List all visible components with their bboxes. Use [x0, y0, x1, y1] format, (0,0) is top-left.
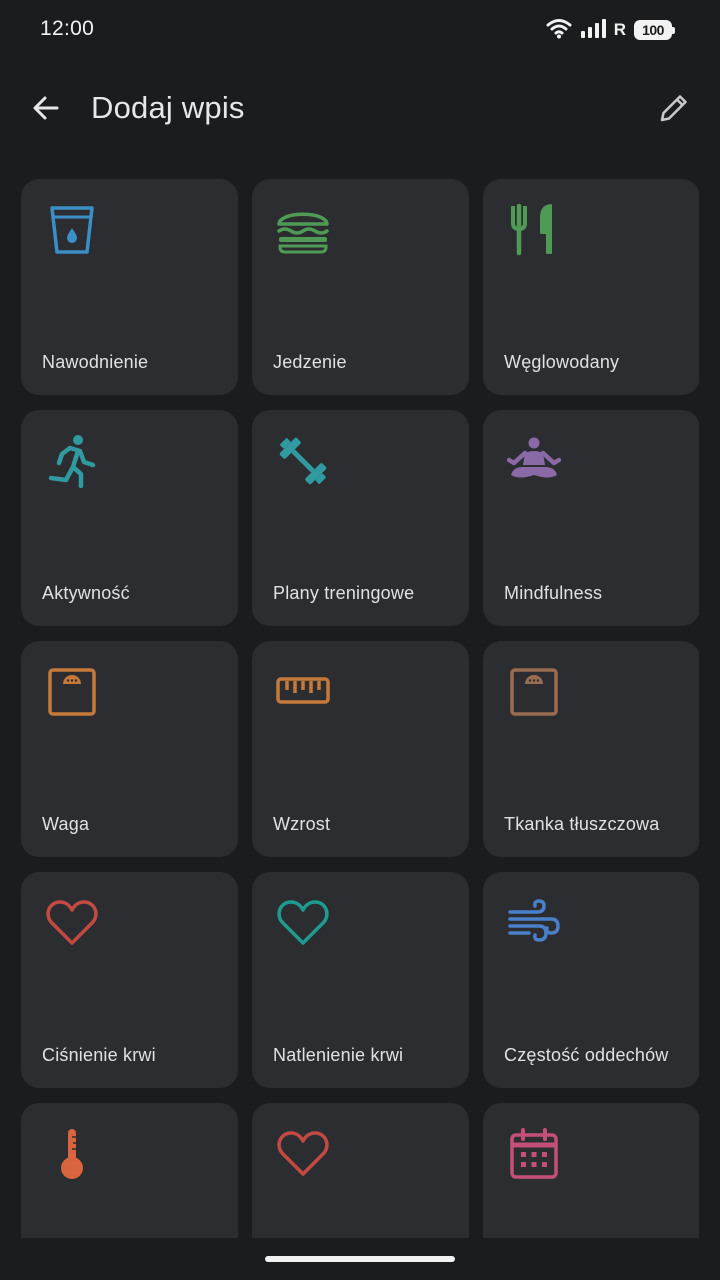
tile-activity[interactable]: Aktywność [21, 410, 238, 626]
ruler-icon [276, 665, 330, 719]
tile-label: Mindfulness [504, 583, 603, 603]
battery-icon: 100 [634, 20, 675, 40]
heart-icon [45, 896, 99, 950]
arrow-left-icon [33, 96, 59, 120]
status-bar: 12:00 R 100 [0, 0, 720, 60]
wind-icon [507, 896, 561, 950]
burger-icon [276, 203, 330, 257]
dumbbell-icon [276, 434, 330, 488]
tile-height[interactable]: Wzrost [252, 641, 469, 857]
tile-label: Waga [42, 814, 90, 834]
screen: 12:00 R 100 Dodaj wpis Nawodnienie Jedze… [0, 0, 720, 1280]
tile-blood-oxygen[interactable]: Natlenienie krwi [252, 872, 469, 1088]
tile-label: Aktywność [42, 583, 130, 603]
heart-icon [276, 1127, 330, 1181]
home-indicator[interactable] [265, 1256, 455, 1262]
tile-mindfulness[interactable]: Mindfulness [483, 410, 699, 626]
pencil-icon [660, 95, 687, 122]
heart-icon [276, 896, 330, 950]
entry-type-grid: Nawodnienie Jedzenie Węglowodany Aktywno… [21, 179, 699, 1238]
app-bar: Dodaj wpis [0, 70, 720, 148]
tile-calendar[interactable] [483, 1103, 699, 1238]
tile-label: Węglowodany [504, 352, 620, 372]
tile-training-plans[interactable]: Plany treningowe [252, 410, 469, 626]
cellular-signal-icon [580, 17, 610, 44]
tile-label: Tkanka tłuszczowa [504, 814, 660, 834]
tile-label: Natlenienie krwi [273, 1045, 404, 1065]
tile-label: Plany treningowe [273, 583, 415, 603]
thermometer-icon [45, 1127, 99, 1181]
tile-weight[interactable]: Waga [21, 641, 238, 857]
water-glass-icon [45, 203, 99, 257]
tile-label: Nawodnienie [42, 352, 149, 372]
tile-body-fat[interactable]: Tkanka tłuszczowa [483, 641, 699, 857]
tile-food[interactable]: Jedzenie [252, 179, 469, 395]
tile-respiratory-rate[interactable]: Częstość oddechów [483, 872, 699, 1088]
tile-carbs[interactable]: Węglowodany [483, 179, 699, 395]
tile-label: Jedzenie [273, 352, 347, 372]
tile-hydration[interactable]: Nawodnienie [21, 179, 238, 395]
running-person-icon [45, 434, 99, 488]
back-button[interactable] [24, 86, 68, 130]
fork-knife-icon [507, 203, 561, 257]
tile-label: Wzrost [273, 814, 331, 834]
battery-level: 100 [642, 22, 664, 38]
status-icons: R 100 [546, 16, 675, 44]
page-title: Dodaj wpis [91, 90, 245, 125]
edit-button[interactable] [652, 86, 696, 130]
tile-heart[interactable] [252, 1103, 469, 1238]
tile-blood-pressure[interactable]: Ciśnienie krwi [21, 872, 238, 1088]
tile-label: Ciśnienie krwi [42, 1045, 156, 1065]
tile-body-temperature[interactable] [21, 1103, 238, 1238]
scale-icon [507, 665, 561, 719]
meditation-icon [507, 434, 561, 488]
tile-label: Częstość oddechów [504, 1045, 669, 1065]
calendar-icon [507, 1127, 561, 1181]
status-time: 12:00 [40, 17, 95, 40]
wifi-icon [546, 17, 572, 44]
system-navigation-bar [0, 1238, 720, 1280]
network-type-label: R [613, 20, 626, 39]
scale-icon [45, 665, 99, 719]
